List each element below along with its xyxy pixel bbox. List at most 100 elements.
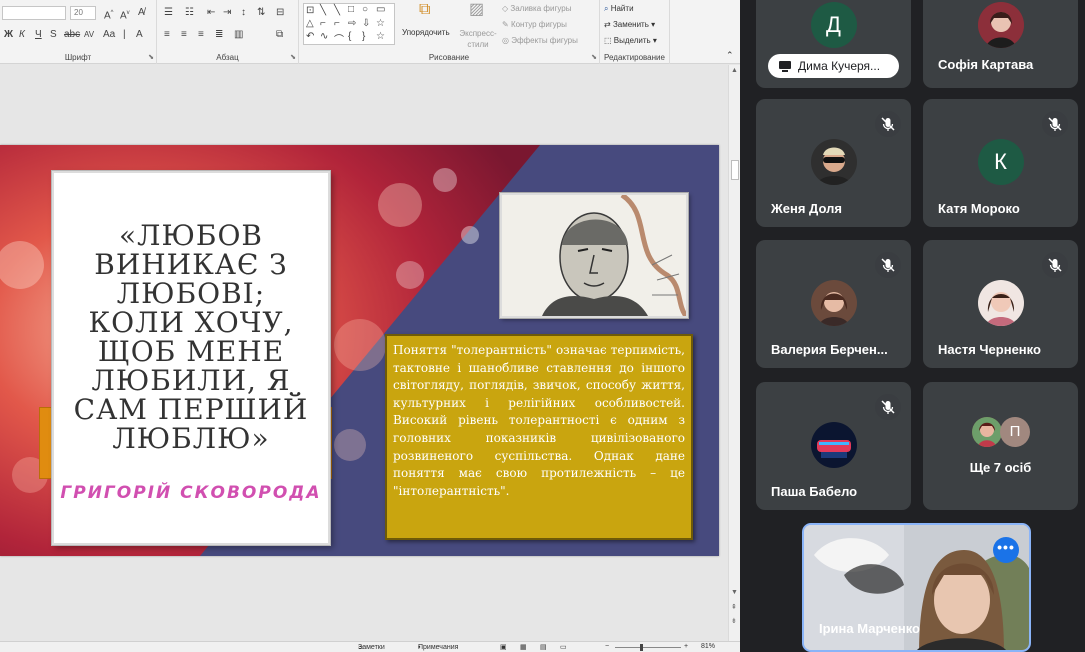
tolerance-text-box[interactable]: Поняття "толерантність" означає терпиміс… xyxy=(385,334,693,540)
find-button[interactable]: ⌕ Найти xyxy=(604,4,634,14)
mini-avatar-letter: П xyxy=(1000,417,1030,447)
increase-indent-icon[interactable]: ⇥ xyxy=(223,7,231,19)
paragraph-dialog-launcher-icon[interactable]: ⬊ xyxy=(290,53,296,61)
clear-format-icon[interactable]: A̸ xyxy=(138,7,145,19)
shape-fill-button[interactable]: ◇ Заливка фигуры xyxy=(502,4,571,13)
arrange-icon[interactable]: ⧉ xyxy=(419,2,430,18)
bullets-icon[interactable]: ☰ xyxy=(164,7,173,19)
collapse-ribbon-icon[interactable]: ⌃ xyxy=(726,50,734,61)
quick-styles-label[interactable]: Экспресс-стили xyxy=(458,28,498,50)
triangle-shape-icon[interactable]: △ xyxy=(306,18,314,29)
shape-outline-icon: ✎ xyxy=(502,20,511,29)
decrease-indent-icon[interactable]: ⇤ xyxy=(207,7,215,19)
reading-view-icon[interactable]: ▤ xyxy=(540,643,547,651)
spacing-icon[interactable]: AV xyxy=(84,29,94,41)
oval-shape-icon[interactable]: ○ xyxy=(362,4,368,15)
elbow-shape-icon[interactable]: ⌐ xyxy=(320,18,326,29)
zoom-in-icon[interactable]: + xyxy=(684,643,688,650)
zoom-level[interactable]: 81% xyxy=(701,643,715,650)
quote-author: ГРИГОРІЙ СКОВОРОДА xyxy=(60,483,322,503)
zoom-out-icon[interactable]: − xyxy=(605,643,609,650)
bold-icon[interactable]: Ж xyxy=(4,29,13,41)
participant-tile[interactable]: Д Дима Кучеря... xyxy=(756,0,911,88)
arc-shape-icon[interactable]: ⌒ xyxy=(334,31,344,46)
zoom-slider[interactable] xyxy=(615,647,681,648)
right-arrow-shape-icon[interactable]: ⇨ xyxy=(348,18,356,29)
brace-right-shape-icon[interactable]: } xyxy=(362,31,365,42)
shadow-icon[interactable]: S xyxy=(50,29,57,41)
line-shape-icon[interactable]: ╲ xyxy=(320,5,326,16)
slide-sorter-icon[interactable]: ▦ xyxy=(520,643,527,651)
align-right-icon[interactable]: ≡ xyxy=(198,29,204,41)
smartart-icon[interactable]: ⧉ xyxy=(276,29,283,41)
numbering-icon[interactable]: ☷ xyxy=(185,7,194,19)
change-case-icon[interactable]: Aa xyxy=(103,29,115,41)
shape-effects-button[interactable]: ◎ Эффекты фигуры xyxy=(502,36,578,45)
select-button[interactable]: ⬚ Выделить ▾ xyxy=(604,36,657,45)
normal-view-icon[interactable]: ▣ xyxy=(500,643,507,651)
prev-slide-icon[interactable]: ⇞ xyxy=(731,603,737,611)
mic-off-icon xyxy=(1042,111,1068,137)
align-center-icon[interactable]: ≡ xyxy=(181,29,187,41)
participant-tile[interactable]: Паша Бабело xyxy=(756,382,911,510)
freeform-shape-icon[interactable]: ∿ xyxy=(320,31,328,42)
text-direction-icon[interactable]: ⇅ xyxy=(257,7,265,19)
down-arrow-shape-icon[interactable]: ⇩ xyxy=(362,18,370,29)
left-orange-tab xyxy=(39,407,53,479)
quick-styles-icon[interactable]: ▨ xyxy=(469,2,484,18)
self-video-tile[interactable]: ••• Ірина Марченко xyxy=(802,523,1031,652)
strikethrough-icon[interactable]: abc xyxy=(64,29,80,41)
underline-icon[interactable]: Ч xyxy=(35,29,42,41)
replace-icon: ⇄ xyxy=(604,20,613,29)
star2-shape-icon[interactable]: ☆ xyxy=(376,31,385,42)
decrease-font-icon[interactable]: Av xyxy=(120,7,130,22)
star-shape-icon[interactable]: ☆ xyxy=(376,18,385,29)
shape-outline-button[interactable]: ✎ Контур фигуры xyxy=(502,20,567,29)
scroll-down-icon[interactable]: ▼ xyxy=(731,589,738,596)
vertical-scrollbar[interactable]: ▲ ▼ ⇞ ⇟ xyxy=(728,65,740,641)
font-dialog-launcher-icon[interactable]: ⬊ xyxy=(148,53,154,61)
slide[interactable]: «ЛЮБОВ ВИНИКАЄ З ЛЮБОВІ; КОЛИ ХОЧУ, ЩОБ … xyxy=(0,145,719,556)
line-shape-2-icon[interactable]: ╲ xyxy=(334,5,340,16)
next-slide-icon[interactable]: ⇟ xyxy=(731,617,737,625)
rectangle-shape-icon[interactable]: □ xyxy=(348,4,354,15)
quote-card[interactable]: «ЛЮБОВ ВИНИКАЄ З ЛЮБОВІ; КОЛИ ХОЧУ, ЩОБ … xyxy=(52,171,330,545)
font-name-box[interactable] xyxy=(2,6,66,20)
align-text-icon[interactable]: ⊟ xyxy=(276,7,284,19)
replace-button[interactable]: ⇄ Заменить ▾ xyxy=(604,20,655,29)
justify-icon[interactable]: ≣ xyxy=(215,29,223,41)
more-participants-tile[interactable]: П Ще 7 осіб xyxy=(923,382,1078,510)
more-options-button[interactable]: ••• xyxy=(993,537,1019,563)
skovoroda-portrait[interactable] xyxy=(500,193,688,318)
participant-tile[interactable]: Женя Доля xyxy=(756,99,911,227)
pinned-name-pill[interactable]: Дима Кучеря... xyxy=(768,54,899,78)
line-spacing-icon[interactable]: ↕ xyxy=(241,7,246,19)
participant-name: Женя Доля xyxy=(771,201,842,216)
brace-left-shape-icon[interactable]: { xyxy=(348,31,351,42)
increase-font-icon[interactable]: A^ xyxy=(104,7,114,22)
participant-tile[interactable]: Валерия Берчен... xyxy=(756,240,911,368)
editing-group: ⌕ Найти ⇄ Заменить ▾ ⬚ Выделить ▾ Редакт… xyxy=(600,0,670,64)
arrange-label[interactable]: Упорядочить xyxy=(402,28,450,37)
drawing-dialog-launcher-icon[interactable]: ⬊ xyxy=(591,53,597,61)
scroll-thumb[interactable] xyxy=(731,160,739,180)
columns-icon[interactable]: ▥ xyxy=(234,29,243,41)
zoom-slider-thumb[interactable] xyxy=(640,644,643,651)
elbow-shape-2-icon[interactable]: ⌐ xyxy=(334,18,340,29)
participant-name: Настя Черненко xyxy=(938,342,1041,357)
rounded-rect-shape-icon[interactable]: ▭ xyxy=(376,4,385,15)
scroll-up-icon[interactable]: ▲ xyxy=(731,67,738,74)
align-left-icon[interactable]: ≡ xyxy=(164,29,170,41)
presenting-icon xyxy=(779,61,791,72)
shapes-gallery[interactable]: ⊡ ╲ ╲ □ ○ ▭ △ ⌐ ⌐ ⇨ ⇩ ☆ ↶ ∿ ⌒ { } ☆ xyxy=(303,3,395,46)
font-color-icon[interactable]: A xyxy=(136,29,143,41)
textbox-shape-icon[interactable]: ⊡ xyxy=(306,5,314,16)
quote-line: САМ ПЕРШИЙ xyxy=(73,393,309,426)
participant-tile[interactable]: Софія Картава xyxy=(923,0,1078,88)
participant-tile[interactable]: К Катя Мороко xyxy=(923,99,1078,227)
italic-icon[interactable]: К xyxy=(19,29,25,41)
participant-tile[interactable]: Настя Черненко xyxy=(923,240,1078,368)
slideshow-icon[interactable]: ▭ xyxy=(560,643,567,651)
font-size-box[interactable]: 20 xyxy=(70,6,96,20)
curve-shape-icon[interactable]: ↶ xyxy=(306,31,314,42)
